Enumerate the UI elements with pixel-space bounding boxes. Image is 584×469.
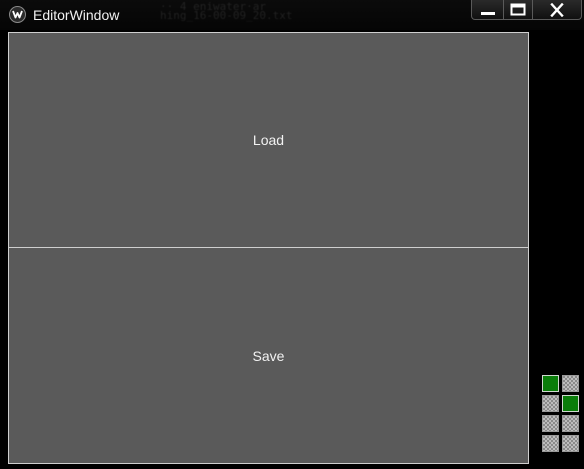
grid-cell-r2-c1[interactable] (542, 395, 559, 412)
close-icon (550, 2, 564, 17)
background-window-text: ·· 4 eniwater·ar hing_16-00-09_20.txt (160, 2, 293, 22)
save-button-label: Save (252, 347, 285, 364)
grid-cell-r4-c1[interactable] (542, 435, 559, 452)
grid-cell-r3-c1[interactable] (542, 415, 559, 432)
caption-buttons (471, 0, 582, 21)
load-button-label: Load (252, 132, 285, 148)
maximize-icon (510, 3, 526, 15)
grid-cell-r2-c2[interactable] (562, 395, 579, 412)
close-button[interactable] (533, 0, 582, 20)
grid-cell-r4-c2[interactable] (562, 435, 579, 452)
maximize-button[interactable] (504, 0, 533, 20)
title-bar[interactable]: ·· 4 eniwater·ar hing_16-00-09_20.txt Ed… (0, 0, 584, 30)
load-button[interactable]: Load (8, 32, 529, 248)
window-title: EditorWindow (33, 7, 120, 23)
grid-cell-r1-c1[interactable] (542, 375, 559, 392)
save-button[interactable]: Save (8, 247, 529, 464)
minimize-icon (480, 11, 495, 15)
grid-cell-r3-c2[interactable] (562, 415, 579, 432)
grid-cell-r1-c2[interactable] (562, 375, 579, 392)
content-area: Load Save (7, 31, 583, 466)
app-icon[interactable] (9, 6, 26, 23)
editor-window: ·· 4 eniwater·ar hing_16-00-09_20.txt Ed… (0, 0, 584, 469)
minimize-button[interactable] (471, 0, 504, 20)
